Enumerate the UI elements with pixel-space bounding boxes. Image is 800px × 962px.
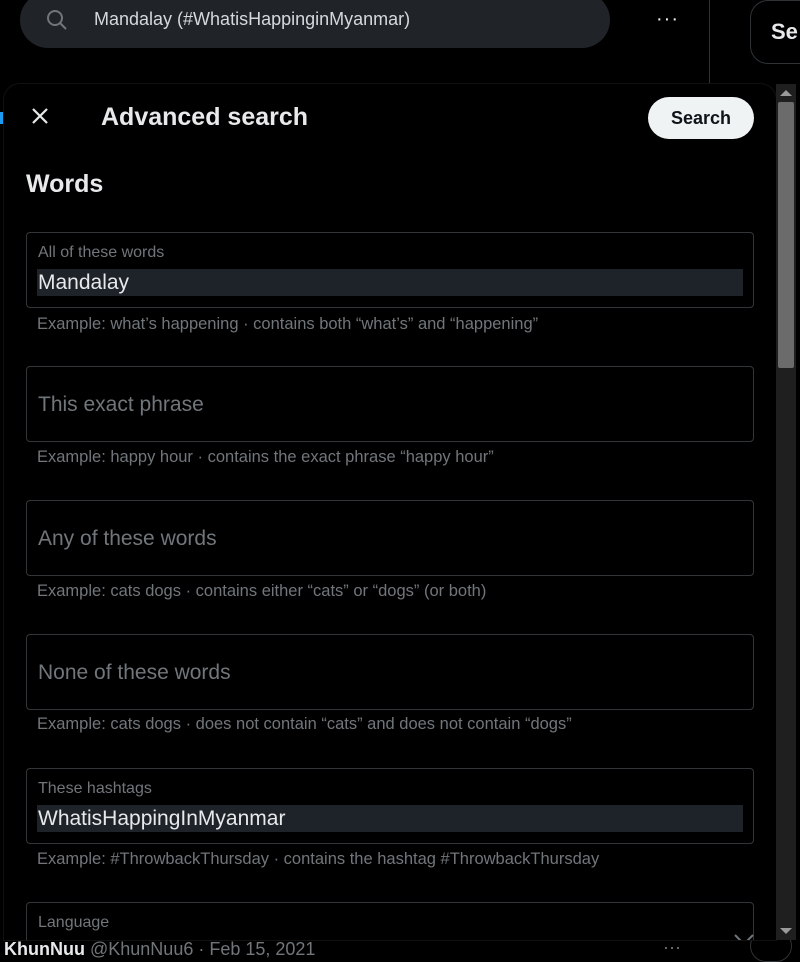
none-words-hint: Example: cats dogs · does not contain “c… (37, 715, 572, 733)
none-words-input[interactable]: None of these words (38, 661, 231, 685)
scroll-thumb[interactable] (778, 102, 794, 368)
background-right-button-label: Se (771, 19, 798, 44)
close-button[interactable] (22, 100, 58, 136)
author-handle-date: @KhunNuu6 · Feb 15, 2021 (90, 939, 316, 959)
search-button[interactable]: Search (648, 97, 754, 139)
dialog-header: Advanced search Search (4, 84, 776, 152)
language-select[interactable]: Language (26, 902, 754, 940)
exact-phrase-input[interactable]: This exact phrase (38, 393, 204, 417)
close-icon (30, 106, 50, 131)
column-divider (709, 0, 710, 90)
background-search-query: Mandalay (#WhatisHappinginMyanmar) (94, 9, 411, 29)
any-words-input[interactable]: Any of these words (38, 527, 217, 551)
more-icon[interactable]: ··· (656, 8, 679, 31)
all-words-label: All of these words (38, 244, 165, 261)
none-words-field[interactable]: None of these words (26, 634, 754, 710)
all-words-field[interactable]: All of these words Mandalay (26, 232, 754, 308)
tweet-more-icon[interactable]: ··· (663, 937, 681, 958)
author-name: KhunNuu (4, 939, 85, 959)
background-right-button[interactable]: Se (750, 0, 800, 64)
all-words-hint: Example: what’s happening · contains bot… (37, 315, 539, 333)
dialog-scrollbar[interactable] (776, 84, 796, 940)
scroll-down-arrow-icon[interactable] (780, 928, 792, 934)
all-words-input[interactable]: Mandalay (37, 269, 743, 296)
hashtags-input[interactable]: WhatisHappingInMyanmar (37, 805, 743, 832)
chevron-down-icon (733, 933, 755, 940)
background-tweet-author[interactable]: KhunNuu @KhunNuu6 · Feb 15, 2021 (4, 939, 315, 960)
search-icon (46, 9, 68, 31)
hashtags-label: These hashtags (38, 780, 152, 797)
hashtags-field[interactable]: These hashtags WhatisHappingInMyanmar (26, 768, 754, 844)
language-label: Language (38, 914, 110, 931)
any-words-hint: Example: cats dogs · contains either “ca… (37, 582, 487, 600)
exact-phrase-field[interactable]: This exact phrase (26, 366, 754, 442)
advanced-search-dialog: Advanced search Search Words All of thes… (4, 84, 776, 940)
dialog-title: Advanced search (101, 103, 309, 131)
section-title-words: Words (26, 170, 104, 198)
scroll-up-arrow-icon[interactable] (780, 90, 792, 96)
exact-phrase-hint: Example: happy hour · contains the exact… (37, 448, 494, 466)
any-words-field[interactable]: Any of these words (26, 500, 754, 576)
hashtags-hint: Example: #ThrowbackThursday · contains t… (37, 850, 600, 868)
